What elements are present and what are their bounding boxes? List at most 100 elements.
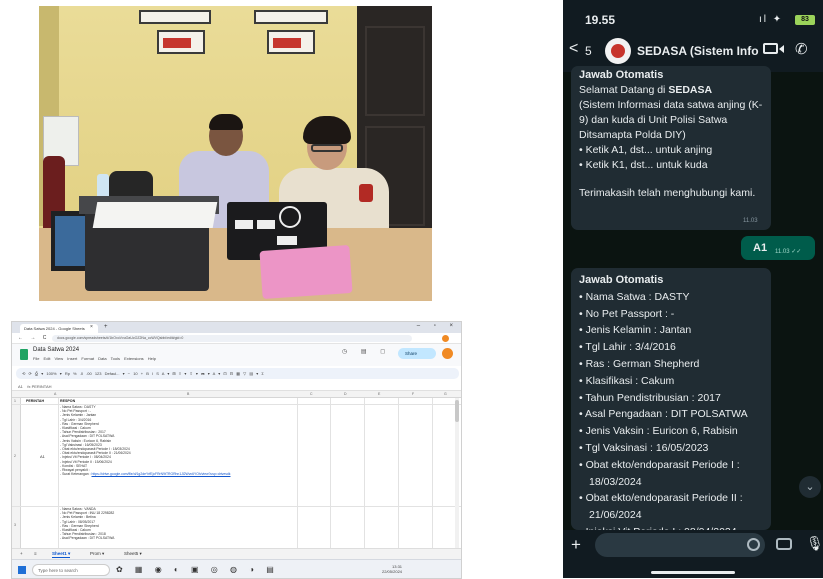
window-controls[interactable]: – ▫ × — [417, 323, 459, 329]
doc-title[interactable]: Data Satwa 2024 — [33, 347, 79, 353]
row-headers — [12, 398, 21, 558]
unread-count[interactable]: 5 — [585, 44, 592, 58]
cell-b2-response[interactable]: - Nama Satwa : DASTY - No Pet Passport : … — [60, 405, 230, 476]
close-tab-icon[interactable]: × — [90, 324, 93, 330]
add-sheet-icon[interactable]: + — [20, 551, 23, 556]
spreadsheet-screenshot: Data Satwa 2024 - Google Sheets × + – ▫ … — [11, 321, 462, 579]
column-header[interactable]: G — [444, 392, 447, 396]
column-header[interactable]: F — [412, 392, 414, 396]
sheet-tabs-bar: + ≡ Sheet1 ▾ Prom ▾ Sheet5 ▾ — [12, 548, 461, 559]
photo-glasses — [311, 144, 343, 152]
cell-header-respon[interactable]: RESPON — [60, 399, 75, 403]
bullet-text: Ketik A1, dst... untuk anjing — [585, 144, 713, 156]
windows-taskbar: Type here to search ✿ ▦ ◉ ◐ ▣ ◎ ◍ ◑ ▤ 13… — [12, 559, 461, 578]
message-description: (Sistem Informasi data satwa anjing (K-9… — [579, 99, 763, 141]
photo-laptop-left-screen — [55, 216, 87, 266]
greeting-text: Selamat Datang di — [579, 84, 669, 96]
photo-frame-sign-left — [157, 30, 205, 54]
greeting-app-name: SEDASA — [668, 84, 713, 96]
share-button[interactable]: Share — [398, 348, 436, 359]
user-avatar[interactable] — [442, 348, 453, 359]
message-body: Jawab Otomatis • Nama Satwa : DASTY • No … — [579, 272, 767, 541]
new-tab-icon[interactable]: + — [104, 324, 108, 330]
browser-tabbar: Data Satwa 2024 - Google Sheets × + – ▫ … — [12, 322, 461, 333]
message-input[interactable] — [595, 533, 765, 557]
message-bullet: • Obat ekto/endoparasit Periode I : 18/0… — [579, 458, 740, 488]
url-input[interactable]: docs.google.com/spreadsheets/d/1bOxoVvuO… — [52, 335, 412, 342]
cell-a2[interactable]: A1 — [40, 454, 45, 459]
sheets-logo-icon[interactable] — [20, 349, 28, 360]
outgoing-message-time: 11.03 ✓✓ — [775, 249, 802, 255]
row-number[interactable]: 2 — [14, 454, 16, 458]
bullet-text: Ketik K1, dst... untuk kuda — [585, 159, 708, 171]
system-tray-clock[interactable]: 13:31 22/05/2024 — [382, 564, 402, 574]
column-header[interactable]: B — [187, 392, 189, 396]
sheet-grid[interactable]: 1 2 3 PERINTAH RESPON A1 - Nama Satwa : … — [12, 398, 461, 558]
taskbar-app-icons[interactable]: ✿ ▦ ◉ ◐ ▣ ◎ ◍ ◑ ▤ — [116, 565, 279, 574]
grid-line — [398, 398, 399, 558]
video-call-icon[interactable] — [779, 45, 784, 53]
message-time: 11.03 — [743, 218, 758, 224]
start-icon[interactable] — [18, 566, 26, 574]
photo-man-hair — [209, 114, 243, 130]
message-bullet: • Tgl Vaksinasi : 16/05/2023 — [579, 441, 709, 454]
microphone-icon[interactable]: 🎙 — [806, 535, 823, 552]
sheet-tab[interactable]: Sheet1 ▾ — [52, 551, 71, 558]
response-line: - Asal Pengadaan : DIT POLSATWA — [60, 536, 114, 540]
message-title: Jawab Otomatis — [579, 69, 664, 81]
column-header[interactable]: D — [344, 392, 347, 396]
column-header[interactable]: C — [310, 392, 313, 396]
message-bullet: • Tahun Pendistribusian : 2017 — [579, 391, 721, 404]
cell-b3-response[interactable]: - Nama Satwa : VANDA - No Pet Passport : … — [60, 507, 114, 541]
browser-tab[interactable]: Data Satwa 2024 - Google Sheets — [20, 324, 98, 333]
message-body: Jawab Otomatis Selamat Datang di SEDASA … — [579, 68, 767, 201]
photo-frame-emblem — [273, 38, 301, 48]
formula-input[interactable]: fx PERINTAH — [27, 384, 51, 389]
voice-call-icon[interactable]: ✆ — [795, 40, 808, 58]
nav-buttons[interactable]: ← → C — [18, 335, 49, 341]
signal-wifi-icon: ıl ✦ — [759, 14, 784, 25]
message-bullet: • Klasifikasi : Cakum — [579, 374, 675, 387]
response-line-text: - Asal Pengadaan : DIT POLSATWA — [60, 536, 115, 541]
message-bullet: • Obat ekto/endoparasit Periode II : 21/… — [579, 492, 743, 522]
attach-plus-icon[interactable]: + — [571, 535, 581, 555]
row-number[interactable]: 3 — [14, 523, 16, 527]
vertical-scrollbar[interactable] — [455, 398, 459, 558]
photo-paper — [92, 202, 218, 228]
photo-woman-hair — [303, 116, 351, 144]
bullet-text: Tgl Vaksinasi : 16/05/2023 — [585, 441, 709, 454]
response-lines: - Nama Satwa : VANDA - No Pet Passport : … — [60, 507, 114, 541]
chat-name[interactable]: SEDASA (Sistem Info... — [637, 44, 759, 58]
grid-line — [364, 398, 365, 558]
video-call-icon[interactable] — [763, 43, 778, 54]
column-header[interactable]: A — [54, 392, 56, 396]
taskbar-search-input[interactable]: Type here to search — [32, 564, 110, 576]
scrollbar-thumb[interactable] — [455, 400, 459, 422]
response-link[interactable]: - Surat Keterangan : https://drive.googl… — [60, 472, 230, 476]
sticker-icon[interactable] — [747, 538, 760, 551]
column-header[interactable]: E — [378, 392, 380, 396]
address-bar: ← → C docs.google.com/spreadsheets/d/1bO… — [12, 333, 461, 344]
response-link-label: - Surat Keterangan : — [60, 472, 91, 477]
cell-header-perintah[interactable]: PERINTAH — [26, 399, 44, 403]
formula-bar[interactable]: A1 fx PERINTAH — [12, 381, 461, 391]
photo-pink-bag — [259, 244, 353, 300]
grid-line — [297, 398, 298, 558]
photo-laptop-sticker — [235, 220, 253, 229]
drive-link[interactable]: https://drive.google.com/file/d/1g2deYrf… — [92, 472, 231, 476]
bullet-text: Tgl Lahir : 3/4/2016 — [585, 341, 676, 354]
formatting-toolbar[interactable]: ⟲ ⟳ ⎙ ▾ 100% ▾ Rp % .0 .00 123 Defaul...… — [16, 368, 459, 379]
home-indicator[interactable] — [651, 571, 735, 574]
history-comment-meet-icons[interactable]: ◷ ▤ ◻ — [342, 348, 391, 355]
sheet-tab[interactable]: Sheet5 ▾ — [124, 551, 142, 557]
back-icon[interactable]: < — [569, 40, 578, 58]
profile-avatar[interactable] — [442, 335, 449, 342]
row-number[interactable]: 1 — [14, 399, 16, 403]
camera-icon[interactable] — [776, 538, 792, 550]
menu-bar[interactable]: File Edit View Insert Format Data Tools … — [33, 356, 156, 361]
all-sheets-icon[interactable]: ≡ — [34, 551, 37, 556]
sheet-tab[interactable]: Prom ▾ — [90, 551, 104, 557]
scroll-down-button[interactable]: ⌄ — [799, 476, 821, 498]
name-box[interactable]: A1 — [18, 384, 23, 389]
